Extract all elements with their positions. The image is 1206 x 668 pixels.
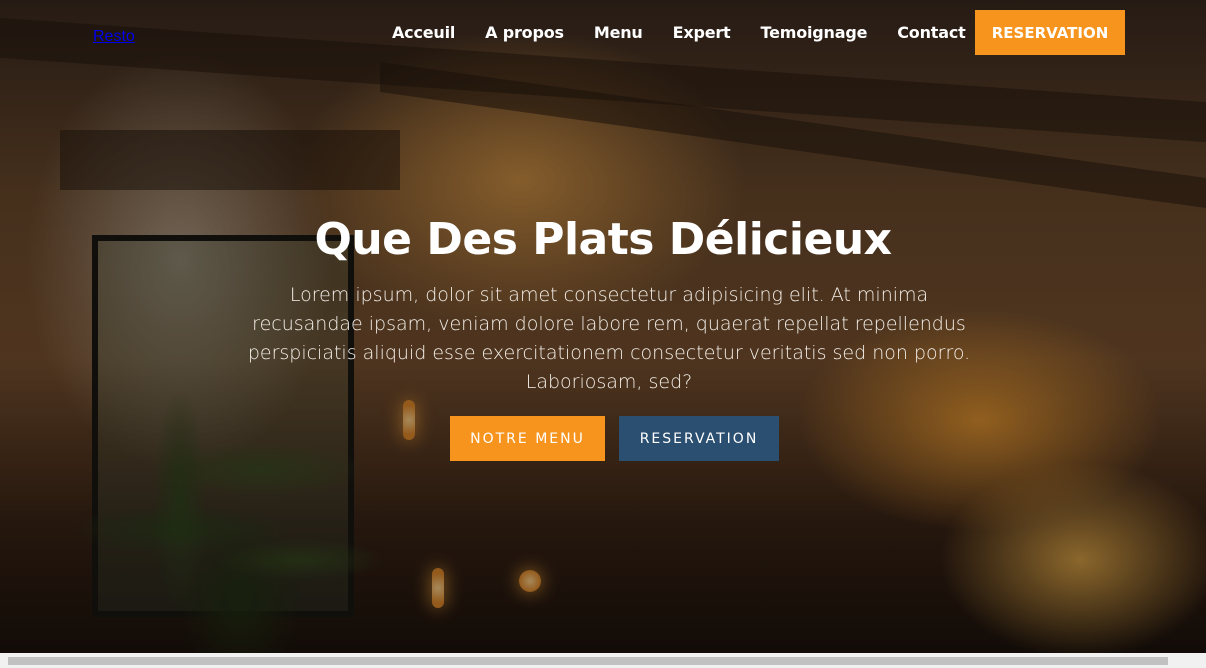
hero-description: Lorem ipsum, dolor sit amet consectetur … [247, 284, 971, 393]
scrollbar-thumb[interactable] [8, 657, 1168, 665]
hero-reservation-button[interactable]: RESERVATION [619, 416, 779, 461]
nav-item-contact[interactable]: Contact [897, 23, 966, 42]
nav-item-acceuil[interactable]: Acceuil [392, 23, 455, 42]
nav-item-expert[interactable]: Expert [673, 23, 731, 42]
header-reservation-button[interactable]: RESERVATION [975, 10, 1125, 55]
main-nav: Acceuil A propos Menu Expert Temoignage … [392, 23, 966, 42]
nav-item-menu[interactable]: Menu [594, 23, 643, 42]
nav-item-a-propos[interactable]: A propos [485, 23, 564, 42]
hero-title: Que Des Plats Délicieux [314, 214, 892, 265]
logo-link[interactable]: Resto [93, 28, 135, 46]
nav-item-temoignage[interactable]: Temoignage [761, 23, 868, 42]
notre-menu-button[interactable]: NOTRE MENU [450, 416, 605, 461]
horizontal-scrollbar[interactable] [0, 653, 1206, 668]
